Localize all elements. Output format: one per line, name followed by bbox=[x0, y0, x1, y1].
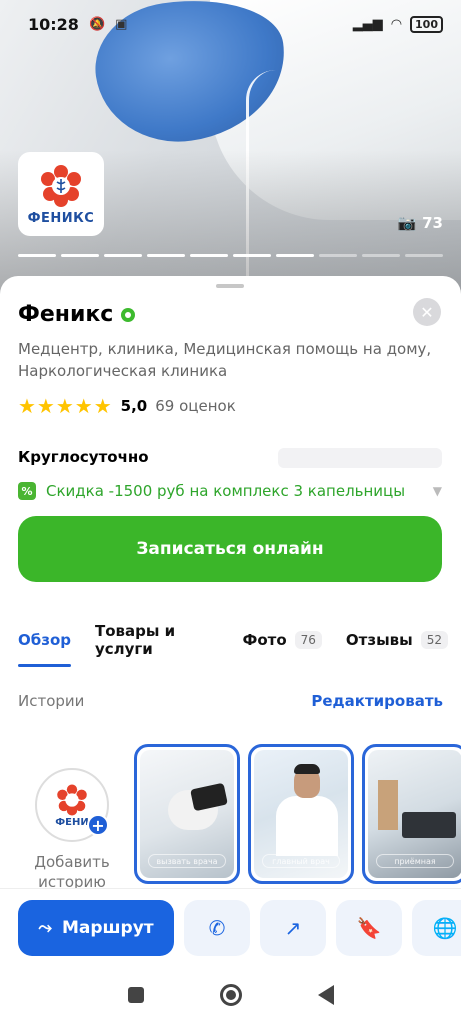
status-bar: 10:28 🔕 ▣ ▂▄▆ ◠ 100 bbox=[0, 0, 461, 48]
story-caption: приёмная bbox=[376, 854, 454, 868]
discount-icon: % bbox=[18, 482, 36, 500]
story-doctor-body bbox=[276, 796, 338, 856]
share-button[interactable]: ↗ bbox=[260, 899, 326, 956]
photo-progress bbox=[18, 254, 443, 257]
photo-counter[interactable]: 📷 73 bbox=[397, 214, 443, 232]
progress-segment bbox=[319, 254, 357, 257]
progress-segment bbox=[233, 254, 271, 257]
progress-segment bbox=[190, 254, 228, 257]
add-story-avatar: ФЕНИ + bbox=[35, 768, 109, 842]
place-categories: Медцентр, клиника, Медицинская помощь на… bbox=[18, 340, 432, 380]
story-room-couch bbox=[402, 812, 456, 838]
bookmark-icon: 🔖 bbox=[356, 915, 382, 940]
tab-label: Обзор bbox=[18, 631, 71, 649]
tab-count-badge: 52 bbox=[420, 631, 448, 649]
progress-segment bbox=[362, 254, 400, 257]
route-button[interactable]: ⤳ Маршрут bbox=[18, 899, 174, 956]
tab-label: Товары и услуги bbox=[94, 622, 176, 658]
stories-heading: Истории bbox=[18, 692, 85, 710]
back-icon[interactable] bbox=[317, 985, 334, 1005]
story-card[interactable]: главный врач bbox=[248, 744, 354, 884]
progress-segment bbox=[18, 254, 56, 257]
close-button[interactable]: ✕ bbox=[413, 298, 441, 326]
website-button[interactable]: 🌐 bbox=[412, 899, 461, 956]
story-room-door bbox=[378, 780, 398, 830]
tab-goods-services[interactable]: Товары и услуги bbox=[95, 622, 218, 658]
close-icon: ✕ bbox=[420, 302, 434, 322]
place-logo: ФЕНИКС bbox=[18, 152, 104, 236]
call-button[interactable]: ✆ bbox=[184, 899, 250, 956]
share-icon: ↗ bbox=[284, 915, 302, 940]
battery-icon: 100 bbox=[410, 15, 443, 33]
place-title: Феникс bbox=[18, 302, 114, 327]
hours-placeholder bbox=[278, 448, 442, 468]
recent-apps-icon[interactable] bbox=[127, 987, 144, 1003]
add-story-button[interactable]: ФЕНИ + Добавить историю bbox=[18, 768, 126, 892]
promo-text: Скидка -1500 руб на комплекс 3 капельниц… bbox=[46, 482, 406, 500]
progress-segment bbox=[276, 254, 314, 257]
rating-count: 69 оценок bbox=[155, 397, 236, 415]
photo-count-value: 73 bbox=[422, 214, 443, 232]
tab-label: Фото bbox=[242, 631, 287, 649]
promo-row[interactable]: % Скидка -1500 руб на комплекс 3 капельн… bbox=[18, 482, 442, 500]
progress-segment bbox=[147, 254, 185, 257]
story-caption: главный врач bbox=[262, 854, 340, 868]
calendar-icon: ▣ bbox=[115, 16, 128, 32]
flower-logo-icon bbox=[57, 783, 87, 816]
add-story-label: Добавить историю bbox=[34, 853, 110, 891]
place-card: Феникс ✕ Медцентр, клиника, Медицинская … bbox=[0, 276, 461, 891]
route-icon: ⤳ bbox=[38, 917, 52, 938]
rating-value: 5,0 bbox=[120, 397, 148, 415]
bookmark-button[interactable]: 🔖 bbox=[336, 899, 402, 956]
verified-icon bbox=[121, 307, 136, 322]
wifi-icon: ◠ bbox=[390, 16, 403, 32]
stories-edit-link[interactable]: Редактировать bbox=[311, 692, 443, 710]
logo-text: ФЕНИКС bbox=[27, 210, 95, 226]
tab-count-badge: 76 bbox=[294, 631, 322, 649]
story-caption: вызвать врача bbox=[148, 854, 226, 868]
action-bar: ⤳ Маршрут ✆ ↗ 🔖 🌐 bbox=[0, 888, 461, 966]
bell-off-icon: 🔕 bbox=[88, 16, 106, 32]
tab-reviews[interactable]: Отзывы 52 bbox=[346, 631, 448, 649]
progress-segment bbox=[405, 254, 443, 257]
camera-icon: 📷 bbox=[397, 214, 417, 232]
globe-icon: 🌐 bbox=[432, 915, 458, 940]
status-time: 10:28 bbox=[28, 14, 79, 34]
add-story-logo-text: ФЕНИ bbox=[55, 816, 89, 828]
star-rating-icon: ★★★★★ bbox=[18, 394, 113, 418]
story-card[interactable]: приёмная bbox=[362, 744, 461, 884]
tab-label: Отзывы bbox=[345, 631, 413, 649]
working-hours: Круглосуточно bbox=[18, 448, 149, 466]
tab-bar: Обзор Товары и услуги Фото 76 Отзывы 52 bbox=[18, 622, 448, 667]
story-doctor-hair bbox=[294, 764, 320, 774]
chevron-down-icon[interactable]: ▼ bbox=[433, 484, 442, 498]
home-icon[interactable] bbox=[219, 984, 242, 1006]
tab-overview[interactable]: Обзор bbox=[18, 631, 71, 667]
story-phone bbox=[190, 782, 228, 812]
signal-icon: ▂▄▆ bbox=[352, 16, 383, 32]
flower-logo-icon bbox=[38, 163, 84, 209]
route-label: Маршрут bbox=[61, 917, 154, 938]
rating-row[interactable]: ★★★★★ 5,0 69 оценок bbox=[18, 394, 236, 418]
drag-handle[interactable] bbox=[216, 284, 244, 288]
progress-segment bbox=[104, 254, 142, 257]
book-online-button[interactable]: Записаться онлайн bbox=[18, 516, 442, 582]
phone-icon: ✆ bbox=[208, 915, 226, 940]
tab-photos[interactable]: Фото 76 bbox=[242, 631, 322, 649]
plus-icon: + bbox=[87, 814, 109, 836]
progress-segment bbox=[61, 254, 99, 257]
system-nav-bar bbox=[0, 966, 461, 1024]
story-card[interactable]: вызвать врача bbox=[134, 744, 240, 884]
